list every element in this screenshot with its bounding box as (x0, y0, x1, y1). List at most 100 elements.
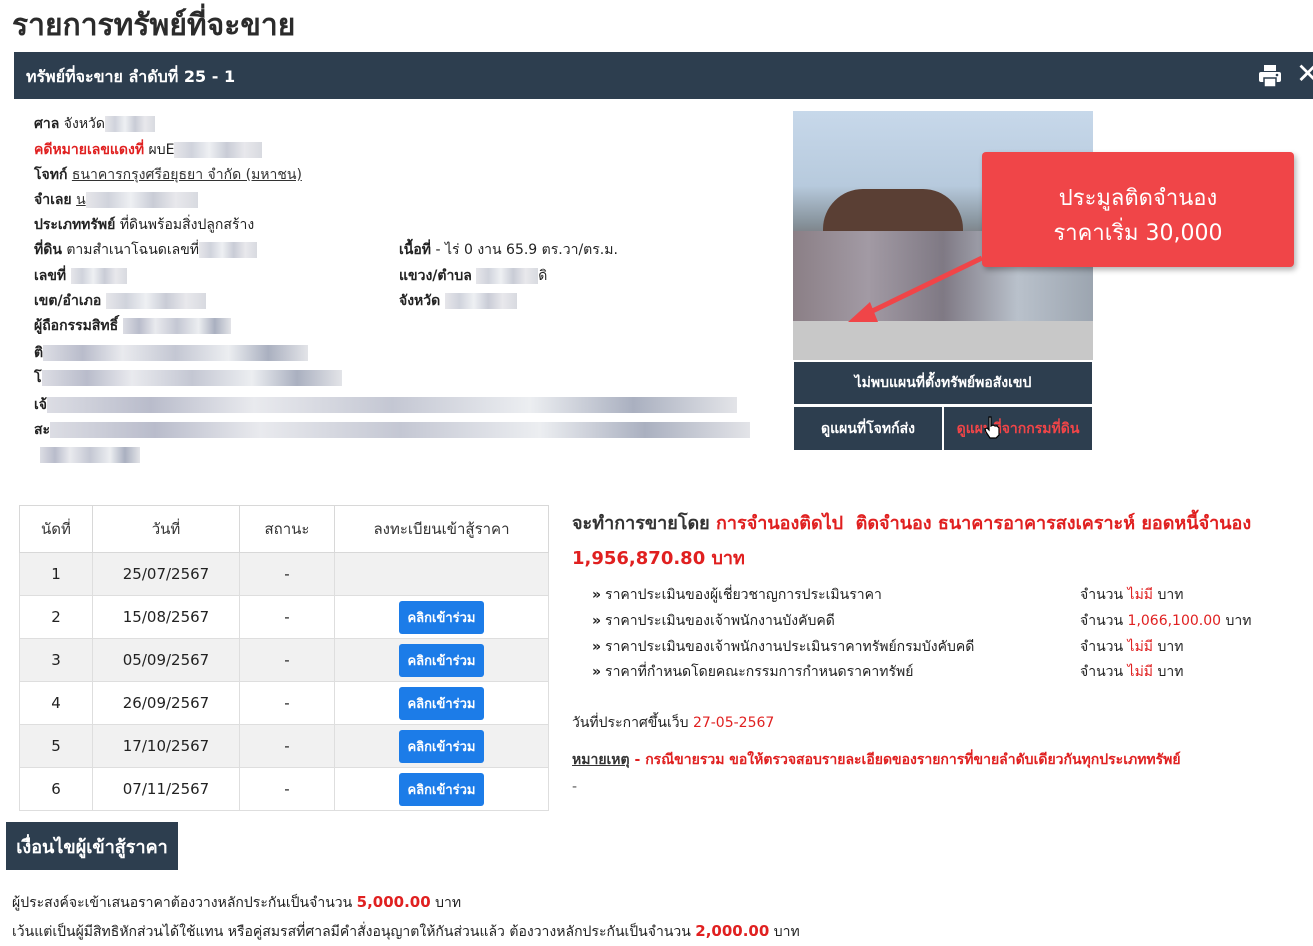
cell-date: 07/11/2567 (92, 767, 240, 811)
cell-status: - (239, 767, 335, 811)
cell-register: คลิกเข้าร่วม (334, 595, 549, 639)
row-label: ติ (34, 345, 44, 361)
plaintiff-row: โจทก์ ธนาคารกรุงศรีอยุธยา จำกัด (มหาชน) (34, 166, 302, 184)
condition-text: เว้นแต่เป็นผู้มีสิทธิหักส่วนได้ใช้แทน หร… (12, 924, 691, 940)
cell-no: 5 (19, 724, 93, 768)
table-row: 6 07/11/2567 - คลิกเข้าร่วม (19, 767, 549, 811)
join-button[interactable]: คลิกเข้าร่วม (399, 643, 484, 677)
remark-row: หมายเหตุ - กรณีขายรวม ขอให้ตรวจสอบรายละเ… (572, 749, 1181, 771)
redcase-label: คดีหมายเลขแดงที่ (34, 142, 145, 158)
redacted-text (122, 318, 231, 334)
land-row: ที่ดิน ตามสำเนาโฉนดเลขที่ (34, 241, 258, 259)
owner-label: ผู้ถือกรรมสิทธิ์ (34, 318, 119, 334)
join-button[interactable]: คลิกเข้าร่วม (399, 729, 484, 763)
price-prefix: จำนวน (1080, 639, 1124, 655)
price-value: ไม่มี (1127, 587, 1154, 603)
number-row: เลขที่ (34, 267, 127, 285)
price-unit: บาท (1157, 587, 1184, 603)
callout-line1: ประมูลติดจำนอง (1058, 186, 1218, 211)
condition-text: ผู้ประสงค์จะเข้าเสนอราคาต้องวางหลักประกั… (12, 895, 353, 911)
print-icon[interactable] (1257, 63, 1283, 89)
redacted-text (47, 397, 737, 413)
price-label: ราคาประเมินของเจ้าพนักงานบังคับคดี (605, 613, 835, 629)
redcase-value: ผบE (148, 142, 175, 158)
plaintiff-map-button[interactable]: ดูแผนที่โจทก์ส่ง (794, 407, 942, 450)
price-prefix: จำนวน (1080, 613, 1124, 629)
hand-cursor-icon (984, 416, 1000, 439)
table-row: 4 26/09/2567 - คลิกเข้าร่วม (19, 681, 549, 725)
announce-date-row: วันที่ประกาศขึ้นเว็บ 27-05-2567 (572, 712, 774, 734)
area-row: เนื้อที่ - ไร่ 0 งาน 65.9 ตร.วา/ตร.ม. (399, 241, 618, 259)
cell-status: - (239, 595, 335, 639)
cell-status: - (239, 681, 335, 725)
price-unit: บาท (1157, 664, 1184, 680)
defendant-link[interactable]: น (76, 192, 86, 208)
land-dept-map-button[interactable]: ดูแผนที่จากกรมที่ดิน (944, 407, 1092, 450)
sale-method: การจำนองติดไป (716, 513, 844, 534)
property-header-title: ทรัพย์ที่จะขาย ลำดับที่ 25 - 1 (26, 67, 236, 86)
join-button[interactable]: คลิกเข้าร่วม (399, 600, 484, 634)
province-row: จังหวัด (399, 292, 517, 310)
arrow-icon (848, 255, 984, 322)
cell-no: 6 (19, 767, 93, 811)
table-row: 2 15/08/2567 - คลิกเข้าร่วม (19, 595, 549, 639)
plaintiff-link[interactable]: ธนาคารกรุงศรีอยุธยา จำกัด (มหาชน) (72, 167, 302, 183)
subdistrict-value: ดิ (538, 268, 548, 284)
chevron-right-icon: » (592, 664, 602, 680)
condition-line-2: เว้นแต่เป็นผู้มีสิทธิหักส่วนได้ใช้แทน หร… (12, 921, 800, 943)
province-label: จังหวัด (399, 293, 441, 309)
area-value: - ไร่ 0 งาน 65.9 ตร.วา/ตร.ม. (435, 242, 618, 258)
price-label-row: » ราคาประเมินของผู้เชี่ยวชาญการประเมินราค… (592, 584, 882, 606)
plaintiff-label: โจทก์ (34, 167, 68, 183)
remark-label: หมายเหตุ (572, 752, 630, 768)
price-unit: บาท (1157, 639, 1184, 655)
condition-amount: 5,000.00 (356, 893, 431, 911)
type-row: ประเภททรัพย์ ที่ดินพร้อมสิ่งปลูกสร้าง (34, 216, 254, 234)
table-row: 1 25/07/2567 - (19, 552, 549, 596)
court-row: ศาล จังหวัด (34, 115, 156, 133)
redacted-row (40, 446, 140, 464)
price-label-row: » ราคาประเมินของเจ้าพนักงานบังคับคดี (592, 610, 835, 632)
chevron-right-icon: » (592, 587, 602, 603)
condition-amount: 2,000.00 (695, 922, 770, 940)
land-label: ที่ดิน (34, 242, 62, 258)
close-icon[interactable]: ✕ (1296, 59, 1313, 89)
cell-date: 26/09/2567 (92, 681, 240, 725)
defendant-row: จำเลย น (34, 191, 198, 209)
price-prefix: จำนวน (1080, 664, 1124, 680)
cell-status: - (239, 638, 335, 682)
price-value-row: จำนวน 1,066,100.00 บาท (1080, 610, 1251, 632)
photo-roof (823, 189, 963, 234)
price-unit: บาท (1225, 613, 1252, 629)
redacted-row: เจ้ (34, 396, 737, 414)
price-value: 1,066,100.00 (1127, 613, 1222, 629)
owner-row: ผู้ถือกรรมสิทธิ์ (34, 317, 231, 335)
redacted-text (85, 192, 198, 208)
remark-dash: - (572, 779, 578, 795)
price-value: ไม่มี (1127, 639, 1154, 655)
price-value-row: จำนวน ไม่มี บาท (1080, 636, 1183, 658)
condition-unit: บาท (435, 895, 462, 911)
redacted-text (43, 345, 309, 361)
redacted-text (40, 447, 140, 463)
conditions-title: เงื่อนไขผู้เข้าสู้ราคา (6, 822, 178, 870)
court-label: ศาล (34, 116, 60, 132)
sale-method-heading: จะทำการขายโดย การจำนองติดไป ติดจำนอง ธนา… (572, 508, 1251, 537)
redcase-row: คดีหมายเลขแดงที่ ผบE (34, 141, 263, 159)
mortgage-amount: 1,956,870.80 บาท (572, 548, 745, 569)
price-label-row: » ราคาประเมินของเจ้าพนักงานประเมินราคาทรั… (592, 636, 974, 658)
cell-register: คลิกเข้าร่วม (334, 724, 549, 768)
price-prefix: จำนวน (1080, 587, 1124, 603)
redacted-text (50, 422, 751, 438)
type-label: ประเภททรัพย์ (34, 217, 116, 233)
redacted-text (476, 268, 539, 284)
join-button[interactable]: คลิกเข้าร่วม (399, 686, 484, 720)
auction-schedule-table: นัดที่ วันที่ สถานะ ลงทะเบียนเข้าสู้ราคา… (19, 505, 549, 811)
chevron-right-icon: » (592, 613, 602, 629)
area-label: เนื้อที่ (399, 242, 431, 258)
chevron-right-icon: » (592, 639, 602, 655)
redacted-text (105, 293, 206, 309)
table-row: 5 17/10/2567 - คลิกเข้าร่วม (19, 724, 549, 768)
join-button[interactable]: คลิกเข้าร่วม (399, 772, 484, 806)
price-label-row: » ราคาที่กำหนดโดยคณะกรรมการกำหนดราคาทรัพย… (592, 661, 913, 683)
